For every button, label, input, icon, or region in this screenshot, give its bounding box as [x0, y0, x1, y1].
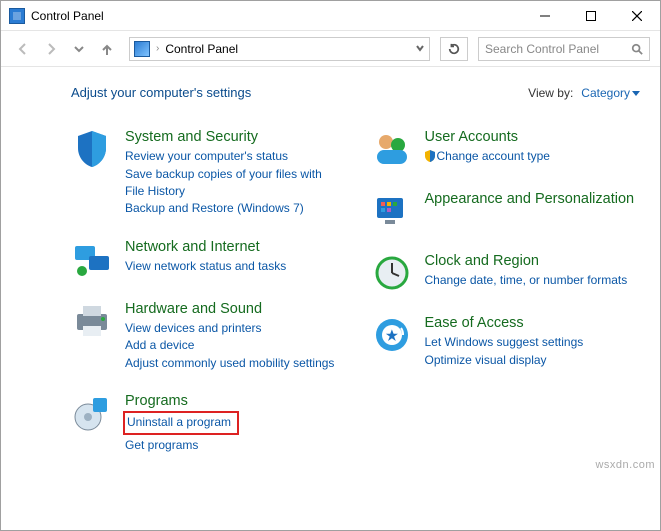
address-dropdown[interactable] — [415, 42, 425, 56]
search-input[interactable]: Search Control Panel — [478, 37, 650, 61]
highlight-annotation: Uninstall a program — [123, 411, 239, 434]
refresh-button[interactable] — [440, 37, 468, 61]
category-link[interactable]: Get programs — [125, 437, 341, 454]
recent-locations-button[interactable] — [67, 37, 91, 61]
category-link[interactable]: Let Windows suggest settings — [425, 334, 641, 351]
window-title: Control Panel — [31, 9, 104, 23]
category-title[interactable]: System and Security — [125, 128, 341, 146]
category-title[interactable]: Network and Internet — [125, 238, 341, 256]
category-system-security: System and Security Review your computer… — [71, 128, 341, 218]
printer-icon — [71, 300, 113, 342]
arrow-up-icon — [100, 42, 114, 56]
titlebar: Control Panel — [1, 1, 660, 31]
left-column: System and Security Review your computer… — [71, 128, 341, 474]
refresh-icon — [448, 43, 460, 55]
category-clock-region: Clock and Region Change date, time, or n… — [371, 252, 641, 294]
category-title[interactable]: Ease of Access — [425, 314, 641, 332]
category-network-internet: Network and Internet View network status… — [71, 238, 341, 280]
appearance-icon — [371, 190, 413, 232]
category-link[interactable]: View network status and tasks — [125, 258, 341, 275]
location-icon — [134, 41, 150, 57]
category-programs: Programs Uninstall a program Get program… — [71, 392, 341, 454]
viewby-value: Category — [581, 86, 630, 100]
watermark: wsxdn.com — [595, 459, 655, 471]
app-icon — [9, 8, 25, 24]
back-button[interactable] — [11, 37, 35, 61]
category-link[interactable]: Save backup copies of your files with Fi… — [125, 166, 341, 201]
search-icon — [631, 43, 643, 55]
category-user-accounts: User Accounts Change account type — [371, 128, 641, 170]
close-icon — [632, 11, 642, 21]
breadcrumb[interactable]: Control Panel — [165, 42, 238, 56]
clock-icon — [371, 252, 413, 294]
page-heading: Adjust your computer's settings — [71, 85, 251, 100]
category-link[interactable]: Change date, time, or number formats — [425, 272, 641, 289]
category-link[interactable]: Backup and Restore (Windows 7) — [125, 200, 341, 217]
minimize-button[interactable] — [522, 1, 568, 31]
category-link[interactable]: View devices and printers — [125, 320, 341, 337]
navbar: › Control Panel Search Control Panel — [1, 31, 660, 67]
arrow-right-icon — [44, 42, 58, 56]
address-bar[interactable]: › Control Panel — [129, 37, 430, 61]
chevron-down-icon — [415, 43, 425, 53]
uac-shield-icon — [425, 150, 435, 162]
right-column: User Accounts Change account type Appear… — [371, 128, 641, 474]
search-placeholder: Search Control Panel — [485, 42, 599, 56]
category-title[interactable]: Clock and Region — [425, 252, 641, 270]
category-title[interactable]: User Accounts — [425, 128, 641, 146]
category-title[interactable]: Hardware and Sound — [125, 300, 341, 318]
ease-of-access-icon — [371, 314, 413, 356]
viewby-dropdown[interactable]: Category — [581, 86, 640, 100]
content-area: Adjust your computer's settings View by:… — [1, 67, 660, 494]
category-link[interactable]: Optimize visual display — [425, 352, 641, 369]
close-button[interactable] — [614, 1, 660, 31]
up-button[interactable] — [95, 37, 119, 61]
chevron-down-icon — [72, 42, 86, 56]
category-link[interactable]: Add a device — [125, 337, 341, 354]
category-link[interactable]: Adjust commonly used mobility settings — [125, 355, 341, 372]
arrow-left-icon — [16, 42, 30, 56]
shield-icon — [71, 128, 113, 170]
minimize-icon — [540, 11, 550, 21]
category-link[interactable]: Change account type — [425, 148, 641, 165]
programs-icon — [71, 392, 113, 434]
breadcrumb-separator: › — [156, 43, 159, 54]
category-title[interactable]: Programs — [125, 392, 341, 410]
category-title[interactable]: Appearance and Personalization — [425, 190, 641, 208]
uninstall-program-link[interactable]: Uninstall a program — [127, 415, 231, 429]
maximize-button[interactable] — [568, 1, 614, 31]
triangle-down-icon — [632, 89, 640, 97]
maximize-icon — [586, 11, 596, 21]
category-ease-of-access: Ease of Access Let Windows suggest setti… — [371, 314, 641, 369]
viewby-label: View by: — [528, 86, 573, 100]
category-hardware-sound: Hardware and Sound View devices and prin… — [71, 300, 341, 372]
category-appearance: Appearance and Personalization — [371, 190, 641, 232]
forward-button[interactable] — [39, 37, 63, 61]
users-icon — [371, 128, 413, 170]
network-icon — [71, 238, 113, 280]
category-link[interactable]: Review your computer's status — [125, 148, 341, 165]
